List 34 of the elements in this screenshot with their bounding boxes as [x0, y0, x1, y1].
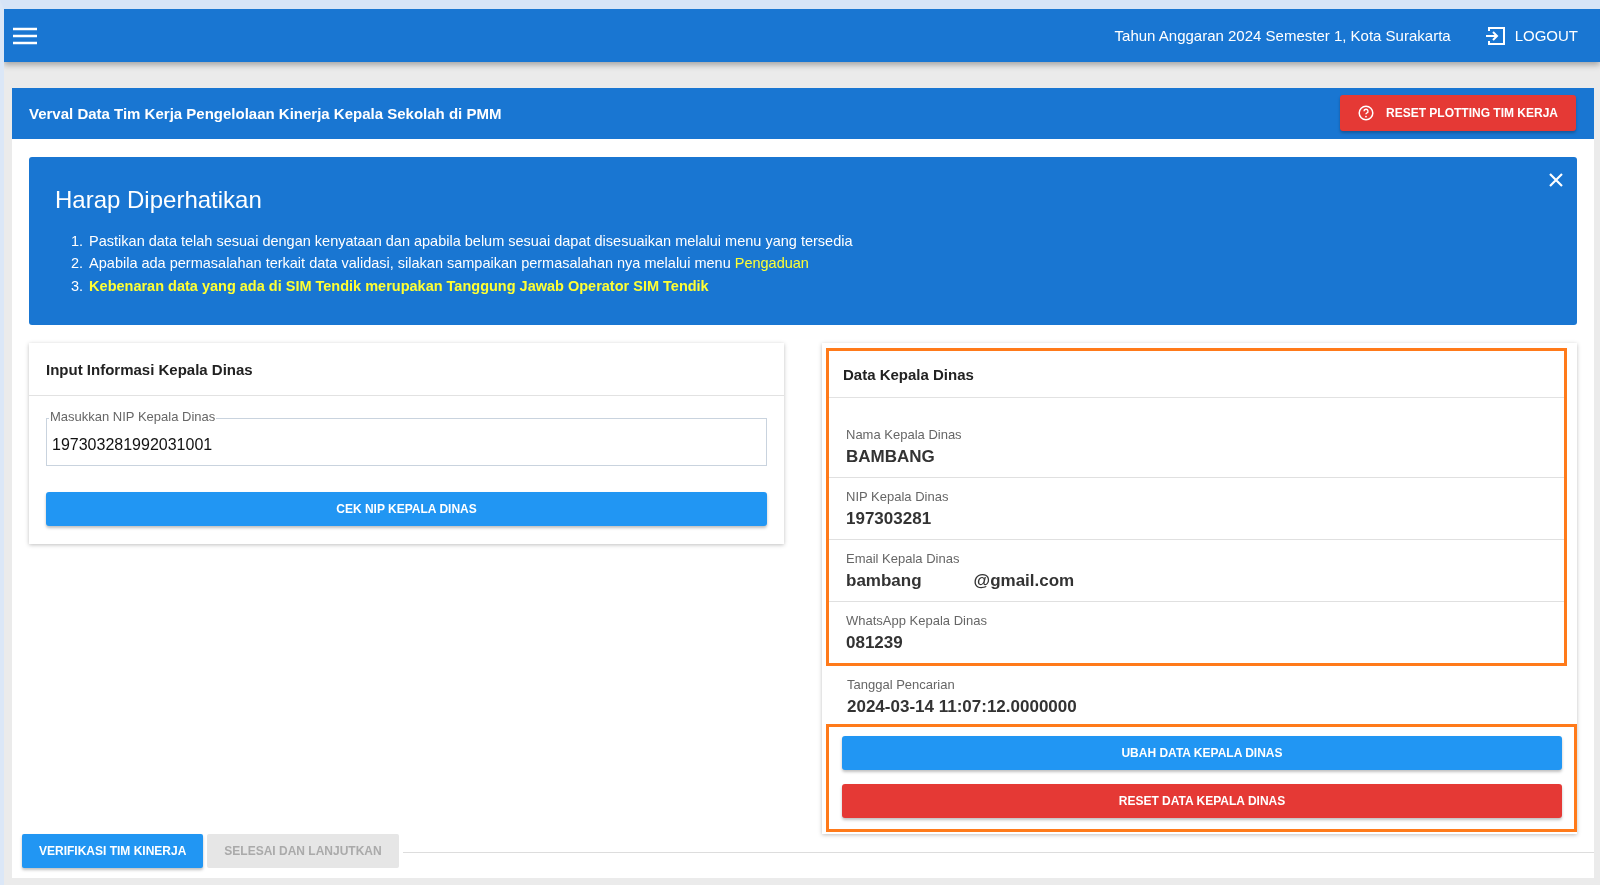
- field-value: 081239: [846, 632, 903, 654]
- notice-text: Apabila ada permasalahan terkait data validasi, silakan sampaikan permasalahan nya melalui menu Pengaduan: [89, 254, 809, 273]
- field-value: 2024-03-14 11:07:12.0000000: [847, 696, 1078, 718]
- field-label: Nama Kepala Dinas: [846, 426, 963, 444]
- list-number: 3.: [71, 276, 84, 296]
- menu-icon[interactable]: [13, 26, 37, 45]
- field-value: bambang: [846, 570, 922, 592]
- reset-data-button[interactable]: RESET DATA KEPALA DINAS: [842, 784, 1562, 818]
- close-icon[interactable]: [1549, 172, 1563, 187]
- reset-plotting-button[interactable]: RESET PLOTTING TIM KERJA: [1340, 95, 1576, 132]
- notice-text: Pastikan data telah sesuai dengan kenyataan dan apabila belum sesuai dapat disesuaikan melalui menu yang tersedia: [89, 231, 853, 251]
- field-label: WhatsApp Kepala Dinas: [846, 612, 988, 630]
- logout-button[interactable]: LOGOUT: [1484, 24, 1578, 47]
- card-title: Input Informasi Kepala Dinas: [46, 360, 253, 378]
- field-value: BAMBANG: [846, 446, 935, 468]
- notice-title: Harap Diperhatikan: [55, 185, 263, 214]
- page-title: Verval Data Tim Kerja Pengelolaan Kinerja Kepala Sekolah di PMM: [29, 104, 502, 122]
- card-title: Data Kepala Dinas: [843, 365, 974, 383]
- field-label: NIP Kepala Dinas: [846, 488, 950, 506]
- step-tab[interactable]: VERIFIKASI TIM KINERJA: [22, 834, 204, 868]
- field-label: Tanggal Pencarian: [847, 676, 956, 694]
- budget-year-text: Tahun Anggaran 2024 Semester 1, Kota Surakarta: [1114, 27, 1451, 44]
- help-icon: [1358, 105, 1374, 122]
- check-nip-button[interactable]: CEK NIP KEPALA DINAS: [46, 492, 767, 526]
- notice-text: Kebenaran data yang ada di SIM Tendik merupakan Tanggung Jawab Operator SIM Tendik: [89, 276, 709, 296]
- list-number: 2.: [71, 254, 84, 273]
- field-value: @gmail.com: [973, 570, 1075, 592]
- field-label: Masukkan NIP Kepala Dinas: [49, 409, 217, 425]
- edit-data-button[interactable]: UBAH DATA KEPALA DINAS: [842, 736, 1562, 770]
- field-label: Email Kepala Dinas: [846, 550, 961, 568]
- field-value: 197303281: [846, 508, 932, 530]
- list-number: 1.: [71, 231, 84, 251]
- logout-icon: [1484, 24, 1507, 47]
- complaint-link[interactable]: Pengaduan: [734, 255, 809, 271]
